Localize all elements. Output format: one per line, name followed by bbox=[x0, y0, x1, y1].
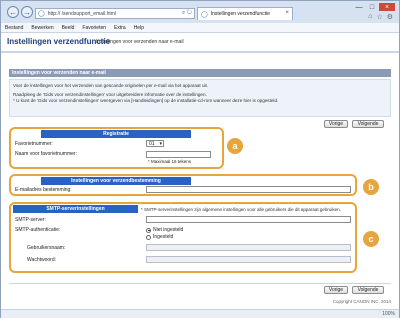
maximize-icon[interactable]: □ bbox=[366, 3, 378, 11]
smtp-auth-label: SMTP-authenticatie: bbox=[15, 227, 61, 233]
copyright-text: Copyright CANON INC. 2014 bbox=[332, 299, 391, 304]
registratie-title: Registratie bbox=[41, 130, 191, 138]
favoriet-value: 01 bbox=[149, 140, 155, 147]
callout-b: b bbox=[363, 179, 379, 195]
page-title: Instellingen verzendfunctie bbox=[7, 37, 111, 46]
menu-item-help[interactable]: Help bbox=[134, 25, 144, 31]
naam-label: Naam voor favorietnummer: bbox=[15, 151, 77, 157]
browser-tab[interactable]: ◯ Instellingen verzendfunctie × bbox=[197, 7, 293, 20]
gebruikersnaam-label: Gebruikersnaam: bbox=[27, 245, 66, 251]
callout-c: c bbox=[363, 231, 379, 247]
menu-item-bestand[interactable]: Bestand bbox=[5, 25, 23, 31]
radio-ingesteld-label: Ingesteld bbox=[153, 234, 174, 240]
radio-selected-icon bbox=[146, 227, 151, 233]
window-controls: — □ × bbox=[353, 3, 395, 11]
smtp-server-label: SMTP-server: bbox=[15, 217, 46, 223]
menu-item-extra[interactable]: Extra bbox=[114, 25, 126, 31]
search-refresh-icon[interactable]: ⌕ ↻ bbox=[182, 10, 192, 17]
info-line-1: Voer de instellingen voor het verzenden … bbox=[13, 83, 209, 88]
radio-unselected-icon bbox=[146, 234, 151, 240]
address-bar[interactable]: ◯ http:// /sendsupport_email.html ⌕ ↻ bbox=[35, 8, 195, 19]
favoriet-label: Favorietnummer: bbox=[15, 141, 53, 147]
header-rule bbox=[1, 51, 399, 53]
radio-ingesteld[interactable]: Ingesteld bbox=[146, 234, 173, 240]
wachtwoord-label: Wachtwoord: bbox=[27, 257, 56, 263]
next-button-bottom[interactable]: Volgende bbox=[352, 286, 384, 294]
smtp-server-input[interactable] bbox=[146, 216, 351, 223]
gebruikersnaam-input bbox=[146, 244, 351, 251]
next-button-top[interactable]: Volgende bbox=[352, 120, 384, 128]
toolbar-icons: ⌂ ☆ ⚙ bbox=[368, 13, 393, 21]
email-input[interactable] bbox=[146, 186, 351, 193]
callout-a: a bbox=[227, 138, 243, 154]
minimize-icon[interactable]: — bbox=[353, 3, 365, 11]
close-tab-icon[interactable]: × bbox=[285, 10, 289, 16]
gear-icon[interactable]: ⚙ bbox=[387, 13, 393, 21]
tab-icon: ◯ bbox=[201, 11, 208, 18]
tab-title: Instellingen verzendfunctie bbox=[210, 11, 270, 17]
zoom-level[interactable]: 100% bbox=[382, 311, 395, 317]
page-icon: ◯ bbox=[38, 11, 45, 17]
info-box: Voer de instellingen voor het verzenden … bbox=[9, 79, 391, 117]
naam-hint: * Maximaal 16 tekens bbox=[148, 159, 192, 164]
status-bar: 100% bbox=[1, 309, 399, 318]
star-icon[interactable]: ☆ bbox=[376, 13, 382, 21]
menu-item-beeld[interactable]: Beeld bbox=[62, 25, 75, 31]
radio-niet-ingesteld[interactable]: Niet ingesteld bbox=[146, 227, 183, 233]
url-text: http:// /sendsupport_email.html bbox=[47, 10, 117, 17]
radio-niet-ingesteld-label: Niet ingesteld bbox=[153, 227, 184, 233]
browser-titlebar: ← → ◯ http:// /sendsupport_email.html ⌕ … bbox=[1, 1, 399, 23]
menu-item-bewerken[interactable]: Bewerken bbox=[31, 25, 53, 31]
app-header: Instellingen verzendfunctie Instellingen… bbox=[1, 33, 399, 53]
info-line-3: * U kunt de 'Gids voor verzendinstelling… bbox=[13, 98, 279, 103]
wachtwoord-input bbox=[146, 256, 351, 263]
menu-item-favorieten[interactable]: Favorieten bbox=[82, 25, 106, 31]
section-heading: Instellingen voor verzenden naar e-mail bbox=[9, 69, 391, 77]
smtp-note: * SMTP-serverinstellingen zijn algemene … bbox=[141, 207, 341, 212]
favoriet-select[interactable]: 01 ▾ bbox=[146, 140, 164, 147]
email-label: E-mailadres bestemming: bbox=[15, 187, 72, 193]
page-subtitle: Instellingen voor verzenden naar e-mail bbox=[96, 39, 184, 45]
forward-arrow-icon[interactable]: → bbox=[21, 6, 33, 18]
chevron-down-icon: ▾ bbox=[159, 141, 162, 147]
browser-window: ← → ◯ http:// /sendsupport_email.html ⌕ … bbox=[0, 0, 400, 318]
footer-rule bbox=[9, 283, 391, 284]
home-icon[interactable]: ⌂ bbox=[368, 13, 372, 21]
menu-bar: Bestand Bewerken Beeld Favorieten Extra … bbox=[1, 23, 399, 33]
naam-input[interactable] bbox=[146, 151, 211, 158]
page-content: Instellingen verzendfunctie Instellingen… bbox=[1, 33, 399, 309]
prev-button-top[interactable]: Vorige bbox=[324, 120, 348, 128]
back-arrow-icon[interactable]: ← bbox=[7, 6, 19, 18]
close-window-icon[interactable]: × bbox=[379, 3, 395, 11]
prev-button-bottom[interactable]: Vorige bbox=[324, 286, 348, 294]
smtp-title: SMTP-serverinstellingen bbox=[13, 205, 138, 213]
verzend-title: Instellingen voor verzendbestemming bbox=[41, 177, 191, 185]
